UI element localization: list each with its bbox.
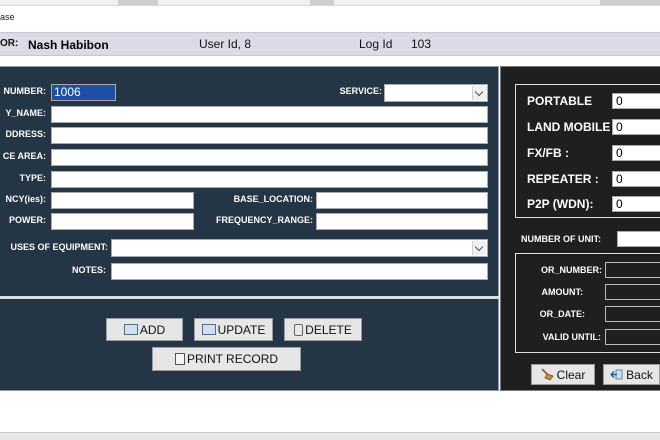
form-icon xyxy=(123,324,138,335)
back-button-label: Back xyxy=(626,367,653,382)
notes-field[interactable] xyxy=(111,263,488,280)
frequency-range-field[interactable] xyxy=(316,213,488,230)
back-button[interactable]: Back xyxy=(603,364,660,385)
p2p-label: P2P (WDN): xyxy=(527,197,594,211)
land-mobile-field[interactable]: 0 xyxy=(612,119,660,135)
uses-of-equipment-select[interactable] xyxy=(111,239,488,257)
toolbar-fragment xyxy=(600,0,660,5)
print-record-button-label: PRINT RECORD xyxy=(186,352,279,366)
fx-fb-field[interactable]: 0 xyxy=(612,145,660,161)
operator-name: Nash Habibon xyxy=(28,38,109,52)
address-field[interactable] xyxy=(51,127,488,144)
repeater-label: REPEATER : xyxy=(527,172,599,186)
toolbar-fragment xyxy=(118,0,158,5)
frequency-label: NCY(ies): xyxy=(5,194,46,204)
power-field[interactable] xyxy=(51,213,194,230)
trash-icon xyxy=(294,323,304,336)
clear-button[interactable]: Clear xyxy=(531,364,595,385)
title-bar xyxy=(0,6,660,30)
or-number-label: NUMBER: xyxy=(3,86,47,96)
land-mobile-label: LAND MOBILE xyxy=(527,120,611,134)
valid-until-field[interactable] xyxy=(605,329,660,345)
chevron-down-icon[interactable] xyxy=(472,241,486,255)
amount-field[interactable] xyxy=(605,284,660,300)
type-label: TYPE: xyxy=(19,173,46,183)
chevron-down-icon[interactable] xyxy=(472,86,486,100)
address-label: DDRESS: xyxy=(5,129,46,139)
update-button-label: UPDATE xyxy=(217,322,266,337)
toolbar-fragment xyxy=(310,0,334,5)
number-of-unit-field[interactable] xyxy=(617,231,660,247)
portable-label: PORTABLE xyxy=(527,94,593,108)
print-icon xyxy=(174,353,185,365)
type-field[interactable] xyxy=(51,171,488,188)
log-id-value: 103 xyxy=(411,37,432,51)
repeater-field[interactable]: 0 xyxy=(612,171,660,187)
power-label: POWER: xyxy=(9,215,46,225)
print-record-button[interactable]: PRINT RECORD xyxy=(152,347,301,371)
service-select[interactable] xyxy=(384,84,488,102)
operator-label: OR: xyxy=(0,38,19,49)
delete-button[interactable]: DELETE xyxy=(284,318,362,341)
back-arrow-icon xyxy=(610,369,623,380)
update-icon xyxy=(201,324,216,335)
company-name-label: Y_NAME: xyxy=(5,108,46,118)
update-button[interactable]: UPDATE xyxy=(194,318,273,341)
window-bottom-edge xyxy=(0,432,660,440)
service-area-field[interactable] xyxy=(51,149,488,166)
base-location-label: BASE_LOCATION: xyxy=(233,194,313,204)
window-title: ase xyxy=(0,12,15,22)
user-id-label: User Id, 8 xyxy=(199,37,252,51)
add-button-label: ADD xyxy=(139,322,166,337)
portable-field[interactable]: 0 xyxy=(612,93,660,109)
number-of-unit-label: NUMBER OF UNIT: xyxy=(521,234,601,244)
amount-label: AMOUNT: xyxy=(541,287,584,297)
service-label: SERVICE: xyxy=(339,86,382,96)
company-name-field[interactable] xyxy=(51,106,488,123)
log-id-label: Log Id xyxy=(359,37,393,51)
frequency-range-label: FREQUENCY_RANGE: xyxy=(215,215,313,225)
valid-until-label: VALID UNTIL: xyxy=(542,332,601,342)
panel-divider xyxy=(0,296,499,299)
p2p-field[interactable]: 0 xyxy=(612,196,660,212)
or-number-payment-field[interactable] xyxy=(605,262,660,278)
or-number-field[interactable]: 1006 xyxy=(51,84,116,101)
uses-of-equipment-label: USES OF EQUIPMENT: xyxy=(10,242,108,252)
fx-fb-label: FX/FB : xyxy=(527,146,569,160)
broom-icon xyxy=(541,368,554,381)
service-area-label: CE AREA: xyxy=(2,151,46,161)
add-button[interactable]: ADD xyxy=(106,318,183,341)
clear-button-label: Clear xyxy=(556,367,586,382)
or-date-field[interactable] xyxy=(605,306,660,322)
notes-label: NOTES: xyxy=(71,265,106,275)
base-location-field[interactable] xyxy=(316,192,488,209)
frequency-field[interactable] xyxy=(51,192,194,209)
delete-button-label: DELETE xyxy=(305,322,352,337)
or-date-label: OR_DATE: xyxy=(539,309,585,319)
or-number-payment-label: OR_NUMBER: xyxy=(540,265,602,275)
